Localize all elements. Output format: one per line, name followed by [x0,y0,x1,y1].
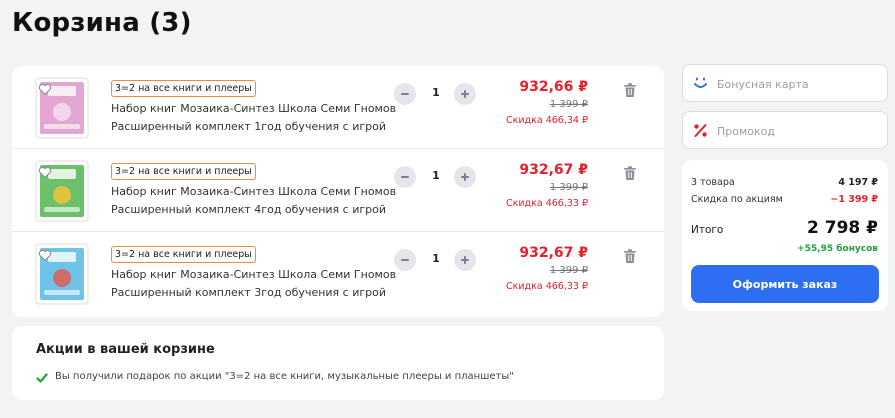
old-price: 1 399 ₽ [549,99,588,110]
smile-icon [694,77,707,88]
items-row: 3 товара 4 197 ₽ [691,177,878,188]
quantity-value: 1 [432,252,440,265]
promo-code-field[interactable] [682,111,888,149]
heart-icon[interactable] [38,248,52,262]
page-title: Корзина (3) [12,8,192,38]
total-label: Итого [691,224,724,236]
heart-icon[interactable] [38,165,52,179]
items-value: 4 197 ₽ [838,177,878,188]
discount-amount: Скидка 466,33 ₽ [506,281,588,292]
current-price: 932,66 ₽ [519,79,588,95]
quantity-value: 1 [432,86,440,99]
decrease-quantity-button[interactable] [394,249,416,271]
product-name[interactable]: Набор книг Мозаика-Синтез Школа Семи Гно… [111,183,401,219]
bonus-points: +55,95 бонусов [797,244,878,254]
decrease-quantity-button[interactable] [394,83,416,105]
old-price: 1 399 ₽ [549,182,588,193]
minus-icon [401,259,409,261]
percent-icon [694,124,707,137]
discount-amount: Скидка 466,33 ₽ [506,198,588,209]
current-price: 932,67 ₽ [519,162,588,178]
cart-items-list: 3=2 на все книги и плееры Набор книг Моз… [12,66,664,317]
minus-icon [401,176,409,178]
increase-quantity-button[interactable] [454,249,476,271]
promo-badge[interactable]: 3=2 на все книги и плееры [111,163,256,180]
plus-icon [461,173,469,181]
decrease-quantity-button[interactable] [394,166,416,188]
product-name[interactable]: Набор книг Мозаика-Синтез Школа Семи Гно… [111,100,401,136]
heart-icon[interactable] [38,82,52,96]
checkout-button[interactable]: Оформить заказ [691,265,879,303]
trash-icon[interactable] [623,83,637,98]
discount-label: Скидка по акциям [691,194,783,205]
cart-item: 3=2 на все книги и плееры Набор книг Моз… [12,149,664,232]
discount-row: Скидка по акциям −1 399 ₽ [691,194,878,205]
promotions-panel: Акции в вашей корзине Вы получили подаро… [12,326,664,400]
current-price: 932,67 ₽ [519,245,588,261]
increase-quantity-button[interactable] [454,83,476,105]
promo-badge[interactable]: 3=2 на все книги и плееры [111,80,256,97]
order-summary: 3 товара 4 197 ₽ Скидка по акциям −1 399… [682,160,888,311]
bonus-card-field[interactable] [682,64,888,102]
cart-item: 3=2 на все книги и плееры Набор книг Моз… [12,66,664,149]
old-price: 1 399 ₽ [549,265,588,276]
minus-icon [401,93,409,95]
trash-icon[interactable] [623,249,637,264]
promotion-message: Вы получили подарок по акции "3=2 на все… [55,371,514,382]
promotions-title: Акции в вашей корзине [36,342,215,357]
discount-value: −1 399 ₽ [830,194,878,205]
quantity-value: 1 [432,169,440,182]
product-name[interactable]: Набор книг Мозаика-Синтез Школа Семи Гно… [111,266,401,302]
bonus-card-input[interactable] [717,74,877,94]
trash-icon[interactable] [623,166,637,181]
cart-item: 3=2 на все книги и плееры Набор книг Моз… [12,232,664,315]
plus-icon [461,256,469,264]
discount-amount: Скидка 466,34 ₽ [506,115,588,126]
items-label: 3 товара [691,177,735,188]
increase-quantity-button[interactable] [454,166,476,188]
checkmark-icon [36,373,48,383]
plus-icon [461,90,469,98]
promo-code-input[interactable] [717,121,877,141]
promo-badge[interactable]: 3=2 на все книги и плееры [111,246,256,263]
total-value: 2 798 ₽ [807,218,878,238]
